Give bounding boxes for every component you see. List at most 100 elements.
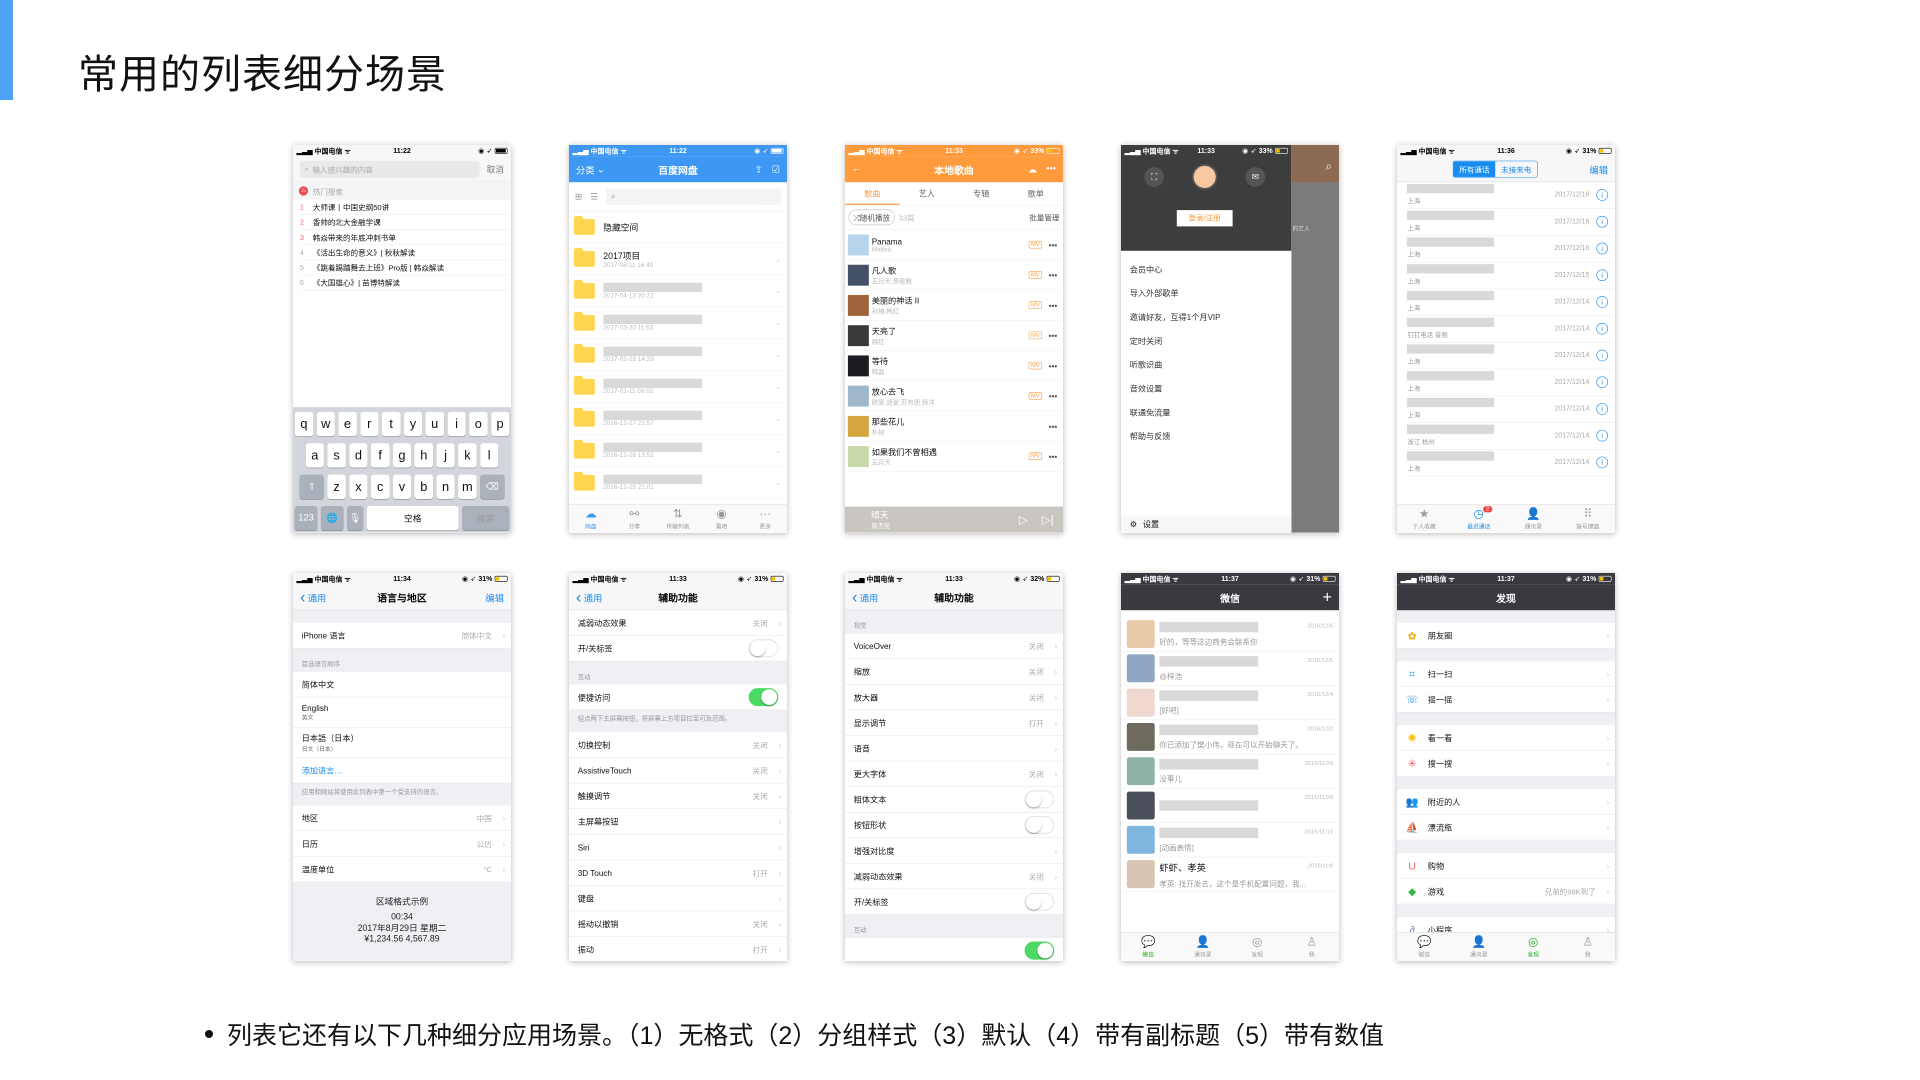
song-row[interactable]: 那些花儿 朴树 ••• — [845, 411, 1063, 442]
key[interactable]: s — [327, 443, 346, 468]
mv-badge[interactable]: MV — [1028, 452, 1043, 461]
key[interactable]: u — [425, 411, 444, 437]
tab-share[interactable]: ⚯ 分享 — [613, 505, 657, 533]
space-key[interactable]: 空格 — [367, 505, 459, 531]
shuffle-button[interactable]: ⤮随机播放 — [848, 209, 896, 226]
key[interactable]: l — [480, 443, 499, 468]
key[interactable]: z — [327, 474, 346, 500]
key[interactable]: k — [458, 443, 477, 468]
tab-label[interactable]: 微信 — [1142, 949, 1154, 958]
key[interactable]: f — [371, 443, 390, 468]
settings-row[interactable]: ◆ 游戏 兄弟的98K到了 › — [1397, 878, 1615, 905]
hot-search-item[interactable]: 3 韩焱带来的年底冲刺书单 — [299, 230, 511, 245]
folder-row[interactable]: 2017-03-20 11:53 ⌄ — [569, 307, 787, 340]
info-icon[interactable]: i — [1596, 215, 1609, 228]
settings-row[interactable]: ⛵ 漂流瓶 › — [1397, 814, 1615, 841]
back-label[interactable]: 通用 — [308, 590, 327, 604]
tab-compass[interactable]: ◎ 发现 — [1506, 933, 1560, 961]
call-row[interactable]: 浙江 杭州 2017/12/14 i — [1406, 423, 1615, 450]
settings-row[interactable]: 减弱动态效果 关闭 › — [845, 863, 1063, 890]
settings-row[interactable]: ✳ 搜一搜 › — [1397, 750, 1615, 777]
avatar[interactable] — [1191, 164, 1218, 190]
settings-row[interactable]: 放大器 关闭 › — [845, 684, 1063, 711]
info-icon[interactable]: i — [1596, 403, 1609, 415]
settings-row[interactable]: 👥 附近的人 › — [1397, 789, 1615, 815]
settings-row[interactable]: iPhone 语言 简体中文 › — [293, 622, 511, 649]
back-button[interactable]: ‹ 通用 — [300, 588, 326, 607]
settings-row[interactable]: Siri › — [569, 834, 787, 861]
settings-row[interactable]: ✿ 朋友圈 › — [1397, 622, 1615, 649]
key[interactable]: a — [305, 443, 324, 468]
more-icon[interactable]: ••• — [1049, 452, 1058, 461]
folder-row[interactable]: 2017项目 2017-08-11 16:40 ⌄ — [569, 243, 787, 276]
back-button[interactable]: ‹ 通用 — [852, 588, 878, 607]
more-icon[interactable]: ••• — [1049, 331, 1058, 340]
tab-label[interactable]: 最近通话 — [1467, 521, 1490, 530]
settings-row[interactable]: 日历 公历 › — [293, 831, 511, 857]
cancel-button[interactable]: 取消 — [487, 163, 504, 175]
tab-label[interactable]: 通讯录 — [1194, 949, 1211, 958]
info-icon[interactable]: i — [1596, 376, 1609, 388]
info-icon[interactable]: i — [1596, 296, 1609, 308]
back-button[interactable]: ‹ 通用 — [576, 588, 602, 607]
settings-row[interactable]: English 英文 — [293, 697, 511, 728]
add-language-row[interactable]: 添加语言… — [293, 757, 511, 784]
toggle-switch[interactable] — [1024, 815, 1055, 835]
toggle-switch[interactable] — [748, 688, 779, 707]
key[interactable]: p — [490, 411, 510, 437]
settings-row[interactable]: 开/关标签 — [845, 889, 1063, 915]
menu-item[interactable]: 音效设置 — [1121, 377, 1291, 401]
menu-item[interactable]: 听歌识曲 — [1121, 353, 1291, 377]
tab-compass[interactable]: ◎ 发现 — [1230, 933, 1284, 961]
add-language-link[interactable]: 添加语言… — [302, 765, 343, 777]
settings-row[interactable]: 摇动以撤销 关闭 › — [569, 911, 787, 937]
hot-search-item[interactable]: 6 《大国雄心》| 苗博特解读 — [299, 275, 511, 291]
settings-row[interactable]: 粗体文本 — [845, 786, 1063, 813]
menu-item[interactable]: 定时关闭 — [1121, 329, 1291, 353]
settings-row[interactable]: 振动 打开 › — [569, 936, 787, 961]
menu-item[interactable]: 联通免流量 — [1121, 401, 1291, 425]
tab-label[interactable]: 网盘 — [585, 521, 597, 530]
settings-row[interactable]: 温度单位 °C › — [293, 856, 511, 883]
key[interactable]: c — [371, 474, 390, 500]
tab-eye[interactable]: ◉ 看吧 — [700, 505, 744, 533]
category-button[interactable]: 分类 ⌄ — [576, 162, 605, 176]
tab-label[interactable]: 我 — [1309, 949, 1315, 958]
more-icon[interactable]: ••• — [1049, 421, 1058, 430]
folder-row[interactable]: 2016-12-27 22:57 ⌄ — [569, 403, 787, 436]
key[interactable]: y — [403, 411, 423, 437]
settings-row[interactable]: 切换控制 关闭 › — [569, 732, 787, 758]
key[interactable]: x — [349, 474, 368, 500]
chat-row[interactable]: [动画表情] 2016/11/15 — [1121, 823, 1339, 858]
mv-badge[interactable]: MV — [1028, 331, 1043, 340]
menu-item[interactable]: 导入外部歌单 — [1121, 282, 1291, 306]
call-row[interactable]: 上海 2017/12/16 i — [1406, 209, 1615, 236]
tab-cloud[interactable]: ☁ 网盘 — [569, 505, 613, 533]
settings-row[interactable]: 简体中文 — [293, 671, 511, 698]
mv-badge[interactable]: MV — [1028, 392, 1043, 400]
song-row[interactable]: 美丽的神话 II 孙楠;韩红 MV ••• — [845, 290, 1063, 321]
info-icon[interactable]: i — [1596, 349, 1609, 362]
folder-row[interactable]: 2016-12-25 21:01 ⌄ — [569, 467, 787, 500]
hot-search-item[interactable]: 4 《活出生命的意义》| 秋秋解读 — [299, 245, 511, 261]
settings-row[interactable]: 键盘 › — [569, 885, 787, 912]
settings-row[interactable]: 增强对比度 › — [845, 838, 1063, 864]
login-button[interactable]: 登录/注册 — [1176, 210, 1233, 227]
mv-badge[interactable]: MV — [1028, 240, 1043, 249]
segment-0[interactable]: 所有通话 — [1453, 161, 1496, 177]
key[interactable]: e — [338, 411, 357, 437]
more-icon[interactable]: ••• — [1049, 300, 1058, 309]
mv-badge[interactable]: MV — [1028, 301, 1043, 309]
tab-clock[interactable]: ◷ 最近通话 2 — [1451, 505, 1505, 533]
settings-row[interactable]: 主屏幕按钮 › — [569, 809, 787, 835]
settings-row[interactable]: 缩放 关闭 › — [845, 659, 1063, 685]
call-row[interactable]: 上海 2017/12/15 i — [1406, 262, 1615, 290]
song-row[interactable]: 放心去飞 欧豪;胡夏;苏有朋;杨洋 MV ••• — [845, 381, 1063, 412]
toggle-switch[interactable] — [1024, 790, 1055, 809]
key[interactable]: g — [392, 443, 412, 468]
folder-row[interactable]: 2017-04-13 20:21 ⌄ — [569, 275, 787, 308]
chat-row[interactable]: 好的，等等这边商务会联系你 2016/12/6 — [1121, 617, 1339, 652]
settings-row[interactable]: 开/关标签 — [569, 635, 787, 662]
menu-item[interactable]: 邀请好友，互得1个月VIP — [1121, 305, 1291, 329]
tab-person[interactable]: ♙ 我 — [1284, 933, 1338, 961]
